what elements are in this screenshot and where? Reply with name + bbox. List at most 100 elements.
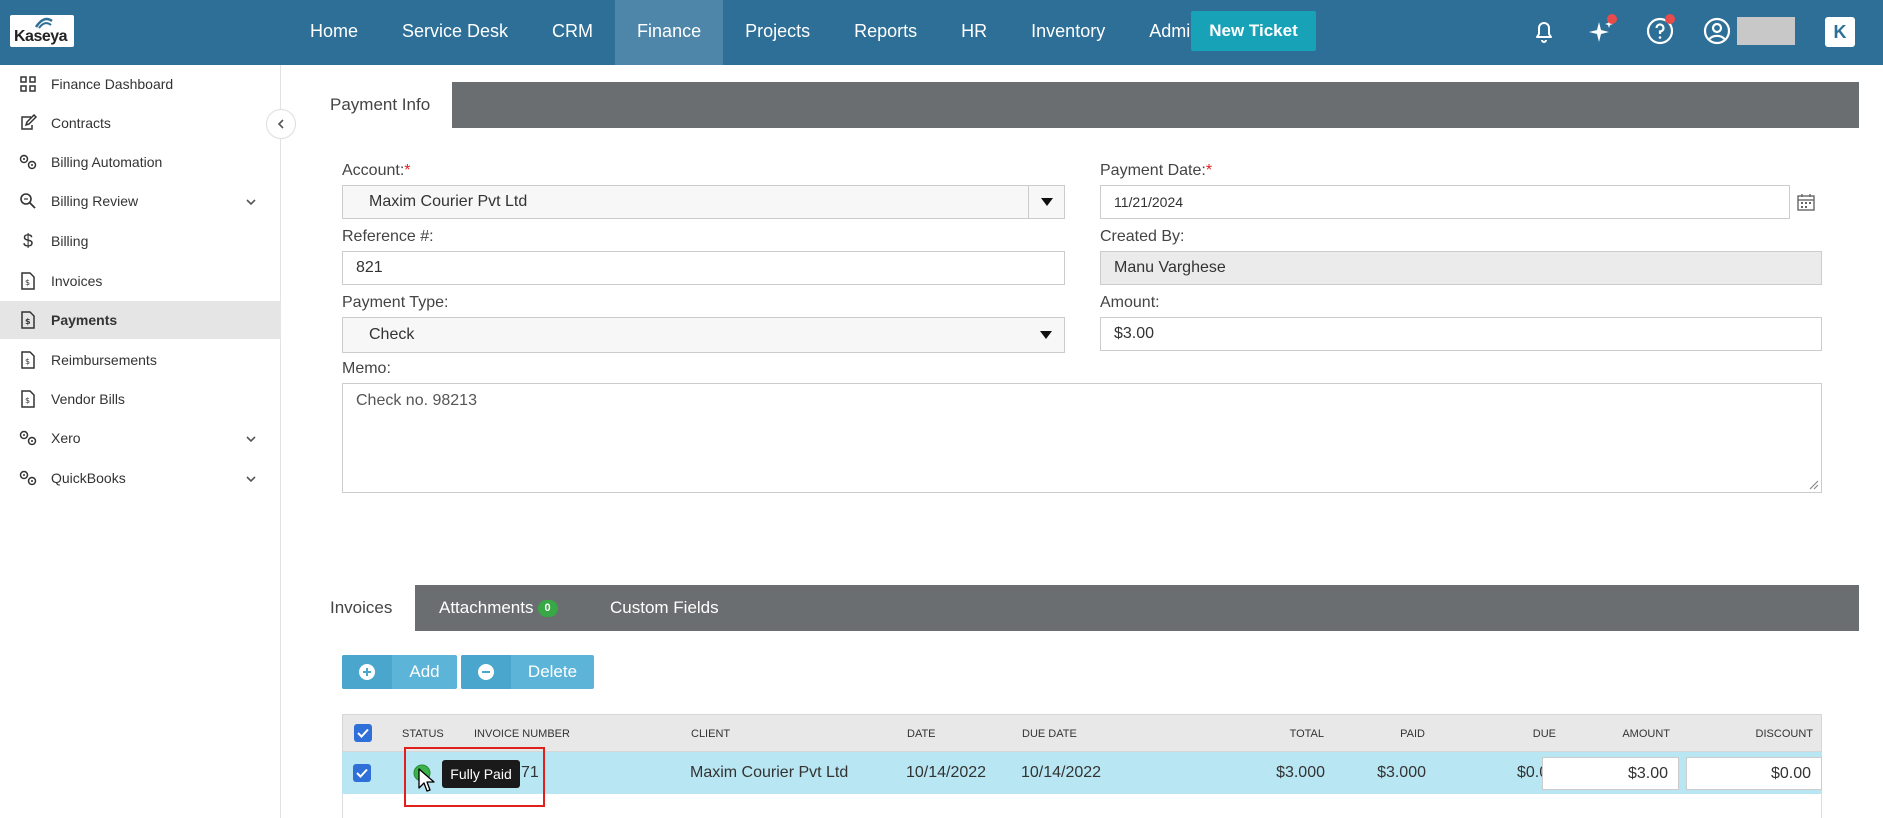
sidebar-item-vendor-bills[interactable]: $ Vendor Bills (0, 380, 281, 418)
dropdown-arrow-icon[interactable] (1028, 186, 1064, 218)
discount-cell-input[interactable]: $0.00 (1686, 757, 1822, 790)
sidebar-item-quickbooks[interactable]: QuickBooks (0, 459, 281, 497)
contract-edit-icon (18, 113, 38, 133)
amount-input[interactable]: $3.00 (1100, 317, 1822, 351)
tab-payment-info[interactable]: Payment Info (315, 82, 452, 128)
payment-type-select[interactable]: Check (342, 317, 1065, 353)
sidebar-item-label: Payments (51, 312, 118, 328)
invoice-icon: $ (18, 271, 38, 291)
sidebar-item-billing-automation[interactable]: Billing Automation (0, 143, 281, 181)
payment-type-label: Payment Type: (342, 294, 449, 311)
chevron-down-icon[interactable] (245, 430, 257, 446)
user-name-placeholder[interactable] (1737, 17, 1795, 45)
reference-input[interactable]: 821 (342, 251, 1065, 285)
column-header-client[interactable]: CLIENT (691, 715, 730, 753)
top-navigation-bar: Kaseya Home Service Desk CRM Finance Pro… (0, 0, 1883, 65)
tab-custom-fields[interactable]: Custom Fields (610, 585, 719, 631)
svg-text:$: $ (25, 317, 31, 326)
resize-handle-icon[interactable] (1807, 478, 1819, 490)
finance-sidebar: Finance Dashboard Contracts Billing Auto… (0, 65, 281, 818)
nav-projects[interactable]: Projects (723, 0, 832, 65)
amount-cell-input[interactable]: $3.00 (1542, 757, 1679, 790)
sidebar-item-label: Vendor Bills (51, 391, 125, 407)
chevron-down-icon[interactable] (245, 193, 257, 209)
payment-date-label: Payment Date:* (1100, 162, 1213, 179)
account-select[interactable]: Maxim Courier Pvt Ltd (342, 185, 1065, 219)
memo-textarea[interactable]: Check no. 98213 (342, 383, 1822, 493)
bell-icon[interactable] (1529, 16, 1559, 46)
column-header-date[interactable]: DATE (907, 715, 936, 753)
memo-label: Memo: (342, 360, 391, 377)
select-all-checkbox[interactable] (354, 724, 372, 742)
chevron-down-icon[interactable] (245, 470, 257, 486)
invoice-icon: $ (18, 310, 38, 330)
column-header-total[interactable]: TOTAL (1290, 715, 1324, 753)
sidebar-item-label: QuickBooks (51, 470, 126, 486)
column-header-discount[interactable]: DISCOUNT (1756, 715, 1813, 753)
invoices-tabbar: Invoices Attachments 0 Custom Fields (315, 585, 1859, 631)
grid-icon (18, 74, 38, 94)
help-icon[interactable] (1645, 14, 1675, 46)
column-header-amount[interactable]: AMOUNT (1622, 715, 1670, 753)
grid-empty-area (342, 794, 1822, 818)
sidebar-item-reimbursements[interactable]: $ Reimbursements (0, 341, 281, 379)
kaseya-logo[interactable]: Kaseya (10, 15, 74, 47)
sidebar-item-finance-dashboard[interactable]: Finance Dashboard (0, 65, 281, 103)
invoice-grid-header: STATUS INVOICE NUMBER CLIENT DATE DUE DA… (342, 714, 1822, 752)
sidebar-item-label: Billing Review (51, 193, 139, 209)
sidebar-collapse-button[interactable] (266, 109, 296, 139)
sparkle-icon[interactable] (1587, 14, 1617, 46)
table-row[interactable]: 71 Maxim Courier Pvt Ltd 10/14/2022 10/1… (342, 752, 1822, 794)
sidebar-item-label: Finance Dashboard (51, 76, 174, 92)
delete-button[interactable]: Delete (461, 655, 594, 689)
payment-type-value: Check (369, 326, 415, 343)
dropdown-arrow-icon[interactable] (1028, 318, 1064, 352)
paid-cell: $3.000 (1377, 764, 1426, 781)
account-value: Maxim Courier Pvt Ltd (369, 193, 528, 210)
sidebar-item-contracts[interactable]: Contracts (0, 104, 281, 142)
main-nav: Home Service Desk CRM Finance Projects R… (288, 0, 1222, 65)
new-ticket-button[interactable]: New Ticket (1191, 11, 1316, 51)
invoice-icon: $ (18, 389, 38, 409)
sidebar-item-label: Invoices (51, 273, 103, 289)
kaseya-k-icon[interactable]: K (1825, 17, 1855, 47)
sidebar-item-xero[interactable]: Xero (0, 419, 281, 457)
nav-home[interactable]: Home (288, 0, 380, 65)
dollar-icon: $ (22, 230, 33, 251)
nav-service-desk[interactable]: Service Desk (380, 0, 530, 65)
calendar-icon[interactable] (1797, 193, 1815, 211)
plus-circle-icon (342, 655, 392, 689)
sidebar-item-payments[interactable]: $ Payments (0, 301, 281, 339)
gears-icon (18, 428, 38, 448)
tab-attachments[interactable]: Attachments 0 (439, 585, 558, 631)
payment-date-input[interactable]: 11/21/2024 (1100, 185, 1790, 219)
amount-label: Amount: (1100, 294, 1160, 311)
gears-icon (18, 152, 38, 172)
tab-invoices[interactable]: Invoices (315, 585, 415, 631)
column-header-due[interactable]: DUE (1533, 715, 1556, 753)
search-doc-icon (18, 191, 38, 211)
sidebar-item-billing[interactable]: $ Billing (0, 222, 281, 260)
nav-crm[interactable]: CRM (530, 0, 615, 65)
svg-text:$: $ (25, 396, 30, 405)
sidebar-item-invoices[interactable]: $ Invoices (0, 262, 281, 300)
payment-tabbar: Payment Info (315, 82, 1859, 128)
memo-value: Check no. 98213 (356, 392, 477, 409)
minus-circle-icon (461, 655, 511, 689)
add-button[interactable]: Add (342, 655, 457, 689)
nav-inventory[interactable]: Inventory (1009, 0, 1127, 65)
total-cell: $3.000 (1276, 764, 1325, 781)
sidebar-item-label: Reimbursements (51, 352, 157, 368)
row-checkbox[interactable] (353, 764, 371, 782)
nav-finance[interactable]: Finance (615, 0, 724, 65)
sidebar-item-billing-review[interactable]: Billing Review (0, 182, 281, 220)
nav-hr[interactable]: HR (939, 0, 1009, 65)
nav-reports[interactable]: Reports (832, 0, 939, 65)
user-icon[interactable] (1702, 16, 1732, 46)
sidebar-item-label: Billing Automation (51, 154, 163, 170)
column-header-due-date[interactable]: DUE DATE (1022, 715, 1077, 753)
column-header-paid[interactable]: PAID (1400, 715, 1425, 753)
date-cell: 10/14/2022 (906, 764, 987, 781)
notification-dot (1607, 14, 1617, 24)
svg-text:$: $ (25, 278, 30, 287)
